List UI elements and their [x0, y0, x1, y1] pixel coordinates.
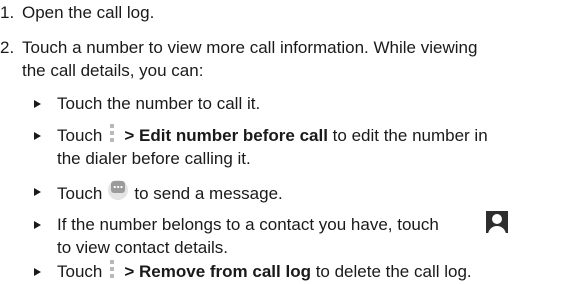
bullet-suffix: to delete the call log.	[310, 262, 472, 281]
menu-icon	[108, 260, 116, 280]
step-text-line-1: Touch a number to view more call informa…	[22, 38, 478, 57]
bullet-text: Touch to send a message.	[57, 180, 283, 206]
bullet-command: > Edit number before call	[124, 126, 328, 145]
bullet-text: Touch > Edit number before call to edit t…	[57, 124, 488, 148]
bullet-text-line-2: the dialer before calling it.	[57, 149, 251, 168]
bullet-arrow-icon	[34, 132, 41, 140]
bullet-suffix: to send a message.	[134, 184, 283, 203]
bullet-prefix: Touch	[57, 184, 103, 203]
menu-icon	[108, 124, 116, 144]
step-text: Open the call log.	[22, 3, 155, 22]
bullet-command: > Remove from call log	[124, 262, 311, 281]
bullet-arrow-icon	[34, 221, 41, 229]
contact-icon	[486, 211, 508, 233]
bullet-text-line-1: If the number belongs to a contact you h…	[57, 215, 439, 234]
step-text-line-2: the call details, you can:	[22, 61, 204, 80]
bullet-text-line-2: to view contact details.	[57, 238, 229, 257]
bullet-arrow-icon	[34, 100, 41, 108]
bullet-text: Touch > Remove from call log to delete th…	[57, 260, 472, 284]
bullet-suffix: to edit the number in	[327, 126, 488, 145]
bullet-prefix: Touch	[57, 126, 103, 145]
bullet-prefix: Touch	[57, 262, 103, 281]
bullet-text: Touch the number to call it.	[57, 94, 261, 113]
bullet-arrow-icon	[34, 268, 41, 276]
bullet-arrow-icon	[34, 188, 41, 196]
message-icon	[108, 180, 129, 200]
